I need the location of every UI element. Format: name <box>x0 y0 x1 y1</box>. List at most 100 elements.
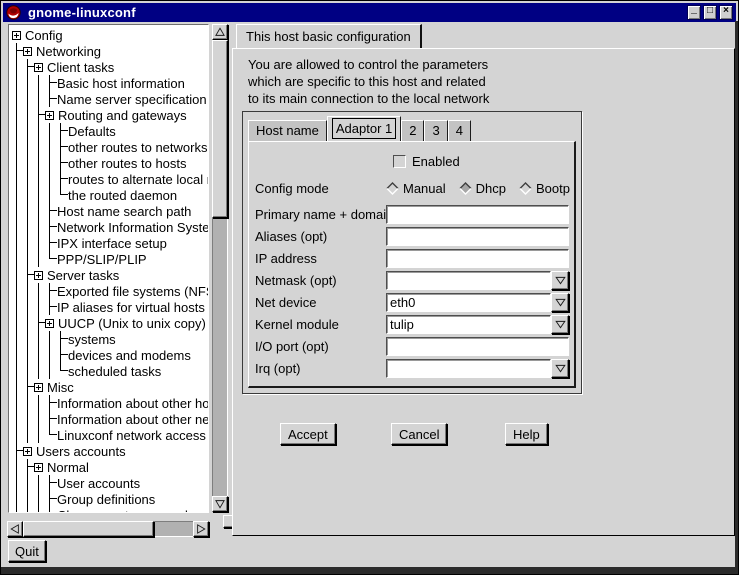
tab-this-host-basic-configuration[interactable]: This host basic configuration <box>236 24 422 48</box>
combo-arrow-button[interactable] <box>551 359 569 378</box>
tree-item-label[interactable]: Host name search path <box>57 204 191 219</box>
maximize-button[interactable]: □ <box>703 5 717 20</box>
tree-item-label[interactable]: Misc <box>47 380 74 395</box>
accept-button[interactable]: Accept <box>280 423 336 445</box>
expander-plus-icon[interactable] <box>34 383 43 392</box>
tab-4[interactable]: 4 <box>448 120 471 141</box>
tree-item-label[interactable]: Config <box>25 28 63 43</box>
tree-item-the-routed-daemon[interactable]: the routed daemon <box>11 187 208 203</box>
tree-item-client-tasks[interactable]: Client tasks <box>11 59 208 75</box>
radio-manual[interactable]: Manual <box>386 181 446 196</box>
i-o-port-opt-input[interactable] <box>386 337 569 356</box>
tree-item-label[interactable]: IPX interface setup <box>57 236 167 251</box>
hscroll-thumb[interactable] <box>23 521 154 537</box>
ip-address-input[interactable] <box>386 249 569 268</box>
expander-plus-icon[interactable] <box>45 319 54 328</box>
tree-item-label[interactable]: Routing and gateways <box>58 108 187 123</box>
tree-item-label[interactable]: Name server specification ( <box>57 92 209 107</box>
tree-item-change-root-password[interactable]: Change root password <box>11 507 208 513</box>
tree-item-label[interactable]: Server tasks <box>47 268 119 283</box>
tree-item-users-accounts[interactable]: Users accounts <box>11 443 208 459</box>
scroll-left-button[interactable] <box>7 521 23 537</box>
tree-item-label[interactable]: User accounts <box>57 476 140 491</box>
tree-item-label[interactable]: Defaults <box>68 124 116 139</box>
tree-item-label[interactable]: Users accounts <box>36 444 126 459</box>
tree-item-label[interactable]: Linuxconf network access <box>57 428 206 443</box>
tree-item-other-routes-to-networks[interactable]: other routes to networks <box>11 139 208 155</box>
scroll-right-button[interactable] <box>193 521 209 537</box>
tree-item-exported-file-systems-nfs[interactable]: Exported file systems (NFS) <box>11 283 208 299</box>
tree-item-label[interactable]: devices and modems <box>68 348 191 363</box>
aliases-opt-input[interactable] <box>386 227 569 246</box>
tab-3[interactable]: 3 <box>424 120 447 141</box>
minimize-button[interactable]: _ <box>687 5 701 20</box>
tree-item-server-tasks[interactable]: Server tasks <box>11 267 208 283</box>
tree-item-label[interactable]: Client tasks <box>47 60 114 75</box>
tree-item-label[interactable]: Change root password <box>57 508 188 514</box>
enabled-checkbox[interactable] <box>393 155 406 168</box>
tree-item-network-information-system[interactable]: Network Information System <box>11 219 208 235</box>
tree-item-other-routes-to-hosts[interactable]: other routes to hosts <box>11 155 208 171</box>
tree-item-devices-and-modems[interactable]: devices and modems <box>11 347 208 363</box>
tree-vertical-scrollbar[interactable] <box>212 24 228 512</box>
expander-plus-icon[interactable] <box>34 271 43 280</box>
tree-item-label[interactable]: Exported file systems (NFS) <box>57 284 209 299</box>
radio-dhcp[interactable]: Dhcp <box>459 181 506 196</box>
expander-plus-icon[interactable] <box>23 47 32 56</box>
tree-item-group-definitions[interactable]: Group definitions <box>11 491 208 507</box>
tree-item-label[interactable]: IP aliases for virtual hosts <box>57 300 205 315</box>
combo-arrow-button[interactable] <box>551 271 569 290</box>
tree-item-label[interactable]: scheduled tasks <box>68 364 161 379</box>
net-device-input[interactable] <box>386 293 551 312</box>
help-button[interactable]: Help <box>505 423 548 445</box>
tree-item-user-accounts[interactable]: User accounts <box>11 475 208 491</box>
combo-arrow-button[interactable] <box>551 293 569 312</box>
tab-adaptor-1[interactable]: Adaptor 1 <box>327 116 401 141</box>
primary-name-domain-input[interactable] <box>386 205 569 224</box>
tree-item-label[interactable]: UUCP (Unix to unix copy) <box>58 316 206 331</box>
netmask-opt-input[interactable] <box>386 271 551 290</box>
tree-item-label[interactable]: Information about other host <box>57 396 209 411</box>
tree-item-label[interactable]: Network Information System <box>57 220 209 235</box>
tree-item-ppp-slip-plip[interactable]: PPP/SLIP/PLIP <box>11 251 208 267</box>
tree-horizontal-scrollbar[interactable] <box>7 521 209 537</box>
expander-plus-icon[interactable] <box>12 31 21 40</box>
tree-item-scheduled-tasks[interactable]: scheduled tasks <box>11 363 208 379</box>
scroll-down-button[interactable] <box>212 496 228 512</box>
combo-arrow-button[interactable] <box>551 315 569 334</box>
tree-item-systems[interactable]: systems <box>11 331 208 347</box>
tree-view[interactable]: ConfigNetworkingClient tasksBasic host i… <box>8 24 209 513</box>
tree-item-ip-aliases-for-virtual-hosts[interactable]: IP aliases for virtual hosts <box>11 299 208 315</box>
cancel-button[interactable]: Cancel <box>391 423 447 445</box>
expander-plus-icon[interactable] <box>45 111 54 120</box>
radio-bootp[interactable]: Bootp <box>519 181 570 196</box>
tree-item-label[interactable]: other routes to networks <box>68 140 207 155</box>
tree-item-misc[interactable]: Misc <box>11 379 208 395</box>
scroll-up-button[interactable] <box>212 24 228 40</box>
tree-item-routing-and-gateways[interactable]: Routing and gateways <box>11 107 208 123</box>
tree-item-uucp-unix-to-unix-copy[interactable]: UUCP (Unix to unix copy) <box>11 315 208 331</box>
tree-item-label[interactable]: Group definitions <box>57 492 155 507</box>
tab-host-name[interactable]: Host name <box>248 120 327 141</box>
tree-item-normal[interactable]: Normal <box>11 459 208 475</box>
tree-item-basic-host-information[interactable]: Basic host information <box>11 75 208 91</box>
tree-item-linuxconf-network-access[interactable]: Linuxconf network access <box>11 427 208 443</box>
tree-item-label[interactable]: systems <box>68 332 116 347</box>
expander-plus-icon[interactable] <box>34 463 43 472</box>
vscroll-thumb[interactable] <box>212 40 228 218</box>
tree-item-ipx-interface-setup[interactable]: IPX interface setup <box>11 235 208 251</box>
tree-item-networking[interactable]: Networking <box>11 43 208 59</box>
tab-2[interactable]: 2 <box>401 120 424 141</box>
tree-item-label[interactable]: routes to alternate local ne <box>68 172 209 187</box>
tree-item-name-server-specification[interactable]: Name server specification ( <box>11 91 208 107</box>
tree-item-label[interactable]: Networking <box>36 44 101 59</box>
tree-item-label[interactable]: Normal <box>47 460 89 475</box>
tree-item-defaults[interactable]: Defaults <box>11 123 208 139</box>
tree-item-information-about-other-netw[interactable]: Information about other netw <box>11 411 208 427</box>
tree-item-config[interactable]: Config <box>11 27 208 43</box>
quit-button[interactable]: Quit <box>8 540 46 562</box>
tree-item-label[interactable]: the routed daemon <box>68 188 177 203</box>
tree-item-information-about-other-host[interactable]: Information about other host <box>11 395 208 411</box>
tree-item-host-name-search-path[interactable]: Host name search path <box>11 203 208 219</box>
tree-item-routes-to-alternate-local-ne[interactable]: routes to alternate local ne <box>11 171 208 187</box>
